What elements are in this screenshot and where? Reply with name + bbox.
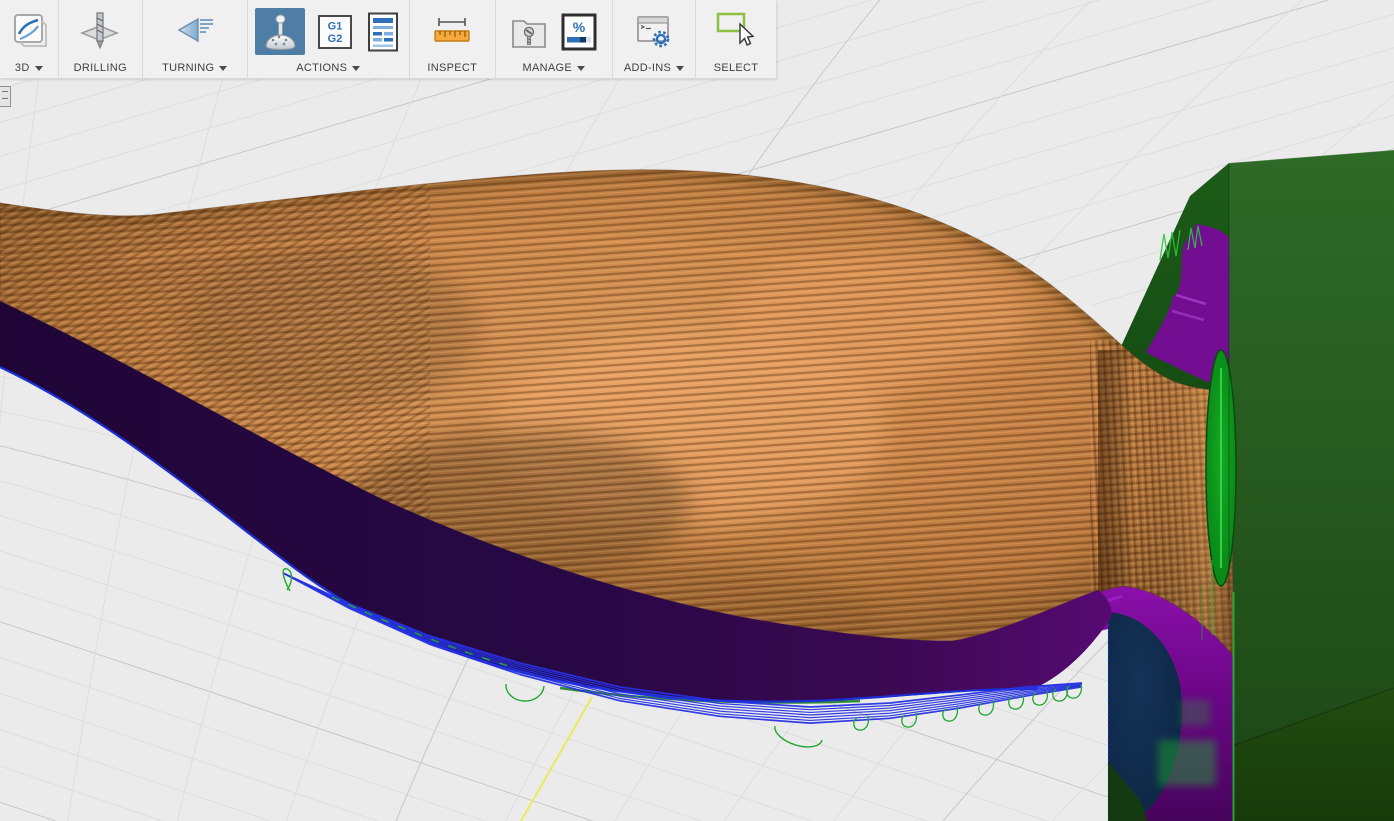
toolbar-group-addins: ADD-INS (613, 0, 696, 78)
select-button[interactable] (714, 10, 758, 54)
menu-select[interactable]: SELECT (714, 58, 759, 78)
toolbar-group-select: SELECT (696, 0, 776, 78)
stock-lens (1206, 350, 1236, 586)
menu-3d[interactable]: 3D (15, 58, 43, 78)
toolbar-group-inspect: INSPECT (410, 0, 496, 78)
menu-inspect-label: INSPECT (427, 62, 477, 74)
add-ins-button[interactable] (634, 13, 674, 51)
post-icon-g1: G1 (328, 20, 343, 32)
turning-icon (173, 9, 217, 55)
setup-sheet-icon (365, 12, 401, 52)
toolbar-group-drilling: DRILLING (59, 0, 144, 78)
setup-sheet-button[interactable] (365, 12, 401, 52)
menu-manage[interactable]: MANAGE (523, 58, 585, 78)
menu-addins-label: ADD-INS (624, 62, 671, 74)
toolbar-group-turning: TURNING (143, 0, 248, 78)
post-icon-g2: G2 (328, 33, 343, 45)
viewport-canvas[interactable] (0, 0, 1394, 821)
post-process-button[interactable]: G1 G2 (317, 14, 353, 50)
inspect-ruler-icon (432, 14, 472, 50)
3d-milling-button[interactable] (7, 9, 51, 55)
simulate-icon (258, 10, 302, 54)
chevron-down-icon (219, 66, 227, 71)
menu-drilling[interactable]: DRILLING (74, 58, 127, 78)
drilling-button[interactable] (78, 9, 122, 55)
tool-library-button[interactable] (510, 13, 548, 51)
menu-select-label: SELECT (714, 62, 759, 74)
machining-time-button[interactable]: % (560, 13, 598, 51)
menu-3d-label: 3D (15, 62, 30, 74)
menu-actions[interactable]: ACTIONS (296, 58, 360, 78)
inspect-button[interactable] (432, 14, 472, 50)
lead-line-yellow (521, 697, 592, 821)
select-cursor-icon (714, 10, 758, 54)
tool-library-icon (510, 13, 548, 51)
chevron-down-icon (352, 66, 360, 71)
menu-turning-label: TURNING (162, 62, 214, 74)
cam-toolbar: 3D DRILLING TURNING (0, 0, 776, 79)
drilling-icon (78, 9, 122, 55)
3d-milling-icon (7, 9, 51, 55)
menu-turning[interactable]: TURNING (162, 58, 227, 78)
toolbar-group-manage: % MANAGE (496, 0, 614, 78)
menu-actions-label: ACTIONS (296, 62, 347, 74)
post-process-icon: G1 G2 (317, 14, 353, 50)
chevron-down-icon (35, 66, 43, 71)
turning-button[interactable] (173, 9, 217, 55)
browser-toggle[interactable] (0, 86, 11, 107)
menu-inspect[interactable]: INSPECT (427, 58, 477, 78)
simulate-button[interactable] (255, 8, 305, 55)
menu-manage-label: MANAGE (523, 62, 572, 74)
toolbar-group-3d: 3D (0, 0, 59, 78)
add-ins-icon (634, 13, 674, 51)
chevron-down-icon (676, 66, 684, 71)
percent-symbol: % (573, 19, 586, 35)
chevron-down-icon (577, 66, 585, 71)
menu-addins[interactable]: ADD-INS (624, 58, 684, 78)
cam-app-window: 3D DRILLING TURNING (0, 0, 1394, 821)
toolbar-group-actions: G1 G2 ACTIONS (248, 0, 411, 78)
menu-drilling-label: DRILLING (74, 62, 127, 74)
machining-time-icon: % (560, 13, 598, 51)
